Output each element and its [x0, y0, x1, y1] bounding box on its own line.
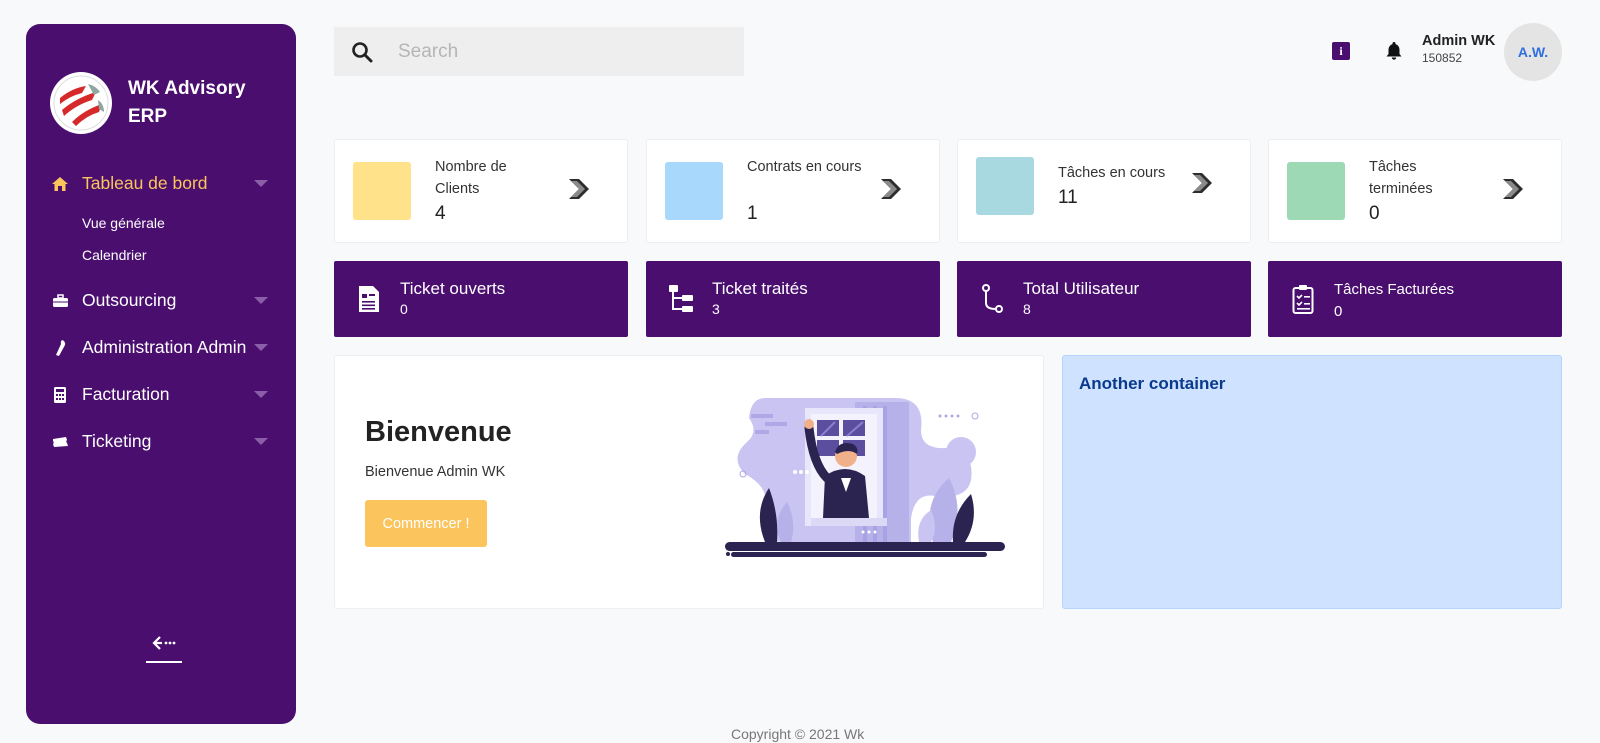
- briefcase-icon: [50, 291, 70, 311]
- another-container-title: Another container: [1079, 374, 1226, 393]
- stat-label: Tâches en cours: [1058, 165, 1166, 181]
- sidebar-item-facturation[interactable]: Facturation: [26, 371, 296, 418]
- sidebar-item-label: Tableau de bord: [82, 173, 208, 193]
- stat-swatch: [353, 162, 411, 220]
- sidebar-subitem-calendrier[interactable]: Calendrier: [26, 239, 296, 271]
- chevron-down-icon: [254, 344, 268, 351]
- stat-card-contrats[interactable]: Contrats en cours 1: [646, 139, 940, 243]
- ticket-icon: [50, 432, 70, 452]
- stat-value: 11: [1058, 187, 1078, 208]
- stat-swatch: [1287, 162, 1345, 220]
- brand: WK Advisory ERP: [50, 72, 268, 134]
- ticket-value: 3: [712, 301, 720, 317]
- welcome-panel: Bienvenue Bienvenue Admin WK Commencer !: [334, 355, 1044, 609]
- user-id: 150852: [1422, 51, 1463, 65]
- copyright-text: Copyright © 2021 Wk: [731, 726, 865, 742]
- brand-name: WK Advisory ERP: [128, 78, 246, 127]
- search-icon[interactable]: [334, 41, 390, 63]
- chevron-right-icon: [567, 178, 591, 205]
- sidebar-subitem-vue-generale[interactable]: Vue générale: [26, 207, 296, 239]
- sidebar-item-ticketing[interactable]: Ticketing: [26, 418, 296, 465]
- sidebar-item-label: Administration Admin: [82, 337, 247, 357]
- chevron-down-icon: [254, 438, 268, 445]
- sidebar-item-outsourcing[interactable]: Outsourcing: [26, 277, 296, 324]
- chevron-down-icon: [254, 391, 268, 398]
- sidebar: WK Advisory ERP Tableau de bord Vue géné…: [26, 24, 296, 724]
- stat-swatch: [976, 157, 1034, 215]
- welcome-text: Bienvenue Admin WK: [365, 464, 506, 480]
- card-taches-facturees[interactable]: Tâches Facturées 0: [1268, 261, 1562, 337]
- stat-value: 1: [747, 203, 758, 224]
- avatar[interactable]: A.W.: [1504, 23, 1562, 81]
- stat-label: Contrats en cours: [747, 159, 862, 175]
- wrench-icon: [50, 338, 70, 358]
- ticket-label: Ticket traités: [712, 279, 808, 298]
- ticket-value: 0: [1334, 303, 1343, 320]
- ticket-label: Total Utilisateur: [1023, 279, 1140, 298]
- search-input[interactable]: [398, 40, 728, 63]
- chevron-right-icon: [1501, 178, 1525, 205]
- calculator-icon: [50, 385, 70, 405]
- document-icon: [356, 283, 382, 315]
- stat-label: Tâches terminées: [1369, 159, 1433, 197]
- card-ticket-traites[interactable]: Ticket traités 3: [646, 261, 940, 337]
- clipboard-check-icon: [1290, 283, 1316, 315]
- branch-icon: [979, 283, 1005, 315]
- ticket-value: 0: [400, 301, 408, 317]
- sidebar-item-label: Ticketing: [82, 431, 152, 451]
- welcome-title: Bienvenue: [365, 416, 512, 448]
- bell-icon[interactable]: [1385, 41, 1403, 66]
- stat-swatch: [665, 162, 723, 220]
- card-ticket-ouverts[interactable]: Ticket ouverts 0: [334, 261, 628, 337]
- sidebar-nav: Tableau de bord Vue générale Calendrier …: [26, 160, 296, 465]
- home-icon: [50, 174, 70, 194]
- divider: [146, 661, 182, 663]
- ticket-value: 8: [1023, 301, 1031, 317]
- chevron-down-icon: [254, 180, 268, 187]
- chevron-right-icon: [1190, 172, 1214, 199]
- collapse-arrow-icon: [152, 636, 176, 655]
- ticket-label: Ticket ouverts: [400, 279, 506, 298]
- sidebar-item-tableau-de-bord[interactable]: Tableau de bord: [26, 160, 296, 207]
- stat-label: Nombre de Clients: [435, 159, 507, 197]
- user-name: Admin WK: [1422, 33, 1496, 49]
- ticket-label: Tâches Facturées: [1334, 281, 1455, 298]
- stat-card-taches-en-cours[interactable]: Tâches en cours 11: [957, 139, 1251, 243]
- sidebar-item-administration-admin[interactable]: Administration Admin: [26, 324, 296, 371]
- stat-card-taches-terminees[interactable]: Tâches terminées 0: [1268, 139, 1562, 243]
- sidebar-item-label: Outsourcing: [82, 290, 177, 310]
- sidebar-collapse-button[interactable]: [146, 636, 182, 668]
- stat-value: 4: [435, 203, 446, 224]
- welcome-illustration: [725, 392, 1005, 573]
- chevron-right-icon: [879, 178, 903, 205]
- info-icon[interactable]: i: [1332, 42, 1350, 60]
- card-total-utilisateur[interactable]: Total Utilisateur 8: [957, 261, 1251, 337]
- sidebar-item-label: Facturation: [82, 384, 170, 404]
- user-info[interactable]: Admin WK 150852: [1422, 33, 1495, 65]
- start-button[interactable]: Commencer !: [365, 500, 487, 547]
- sitemap-icon: [668, 283, 694, 315]
- stat-value: 0: [1369, 203, 1380, 224]
- chevron-down-icon: [254, 297, 268, 304]
- search-bar: [334, 27, 744, 76]
- brand-logo: [50, 72, 112, 134]
- another-container: Another container: [1062, 355, 1562, 609]
- stat-card-clients[interactable]: Nombre de Clients 4: [334, 139, 628, 243]
